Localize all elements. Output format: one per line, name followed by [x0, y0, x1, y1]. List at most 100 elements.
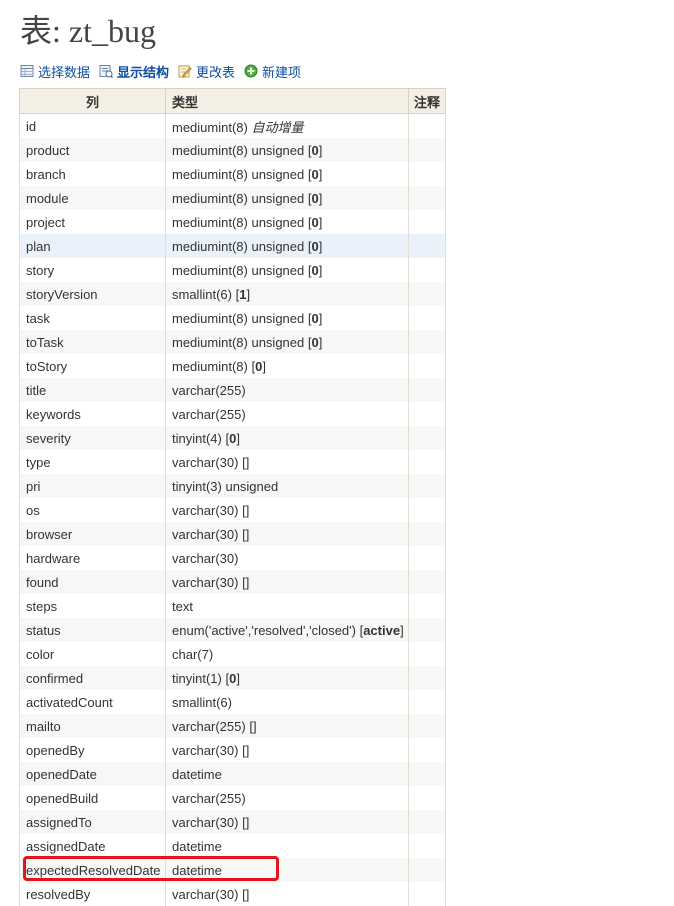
type-text: datetime: [172, 839, 222, 854]
column-name-cell: plan: [20, 234, 166, 258]
show-structure-link[interactable]: 显示结构: [99, 62, 169, 81]
column-name-cell: found: [20, 570, 166, 594]
column-comment-cell: [409, 714, 446, 738]
table-row: browservarchar(30) []: [20, 522, 446, 546]
table-row: expectedResolvedDate datetime: [20, 858, 446, 882]
column-name-cell: story: [20, 258, 166, 282]
table-row: productmediumint(8) unsigned [0]: [20, 138, 446, 162]
table-row: typevarchar(30) []: [20, 450, 446, 474]
table-row: openedDatedatetime: [20, 762, 446, 786]
column-type-cell: enum('active','resolved','closed') [acti…: [166, 618, 409, 642]
column-comment-cell: [409, 834, 446, 858]
column-name-cell: task: [20, 306, 166, 330]
column-type-cell: varchar(30) []: [166, 570, 409, 594]
column-type-cell: mediumint(8) unsigned [0]: [166, 306, 409, 330]
column-header-name: 列: [20, 89, 166, 114]
type-text: datetime: [172, 767, 222, 782]
alter-table-link[interactable]: 更改表: [178, 62, 235, 81]
default-value: 0: [311, 191, 318, 206]
column-comment-cell: [409, 306, 446, 330]
select-data-label: 选择数据: [38, 62, 90, 81]
type-text: varchar(255): [172, 719, 246, 734]
type-text: varchar(30): [172, 575, 238, 590]
default-value: 0: [311, 167, 318, 182]
type-text: mediumint(8) unsigned: [172, 167, 304, 182]
column-comment-cell: [409, 210, 446, 234]
column-name-cell: expectedResolvedDate: [20, 858, 166, 882]
column-name-cell: severity: [20, 426, 166, 450]
column-type-cell: smallint(6) [1]: [166, 282, 409, 306]
column-name-cell: browser: [20, 522, 166, 546]
column-type-cell: varchar(255): [166, 786, 409, 810]
column-type-cell: varchar(255) []: [166, 714, 409, 738]
structure-table-container: 列 类型 注释 idmediumint(8) 自动增量productmedium…: [19, 88, 445, 906]
type-text: varchar(255): [172, 407, 246, 422]
table-row: idmediumint(8) 自动增量: [20, 114, 446, 139]
column-type-cell: mediumint(8) unsigned [0]: [166, 234, 409, 258]
column-comment-cell: [409, 786, 446, 810]
column-type-cell: datetime: [166, 858, 409, 882]
column-name-cell: resolvedBy: [20, 882, 166, 906]
select-data-link[interactable]: 选择数据: [20, 62, 90, 81]
type-text: mediumint(8): [172, 359, 248, 374]
table-row: storyVersionsmallint(6) [1]: [20, 282, 446, 306]
column-type-cell: varchar(30) []: [166, 522, 409, 546]
column-name-cell: hardware: [20, 546, 166, 570]
column-type-cell: tinyint(1) [0]: [166, 666, 409, 690]
table-row: planmediumint(8) unsigned [0]: [20, 234, 446, 258]
column-type-cell: datetime: [166, 762, 409, 786]
table-row: modulemediumint(8) unsigned [0]: [20, 186, 446, 210]
column-comment-cell: [409, 474, 446, 498]
type-text: datetime: [172, 863, 222, 878]
column-type-cell: varchar(30) []: [166, 882, 409, 906]
table-row: resolvedByvarchar(30) []: [20, 882, 446, 906]
table-row: osvarchar(30) []: [20, 498, 446, 522]
column-comment-cell: [409, 690, 446, 714]
table-row: foundvarchar(30) []: [20, 570, 446, 594]
table-row: titlevarchar(255): [20, 378, 446, 402]
column-name-cell: mailto: [20, 714, 166, 738]
alter-table-label: 更改表: [196, 62, 235, 81]
table-row: keywords varchar(255): [20, 402, 446, 426]
column-name-cell: steps: [20, 594, 166, 618]
column-comment-cell: [409, 738, 446, 762]
column-type-cell: mediumint(8) unsigned [0]: [166, 258, 409, 282]
column-comment-cell: [409, 762, 446, 786]
table-row: branchmediumint(8) unsigned [0]: [20, 162, 446, 186]
table-row: projectmediumint(8) unsigned [0]: [20, 210, 446, 234]
column-name-cell: activatedCount: [20, 690, 166, 714]
table-row: severitytinyint(4) [0]: [20, 426, 446, 450]
column-comment-cell: [409, 618, 446, 642]
new-item-link[interactable]: 新建项: [244, 62, 301, 81]
type-text: varchar(30): [172, 887, 238, 902]
column-type-cell: mediumint(8) unsigned [0]: [166, 210, 409, 234]
column-name-cell: openedBuild: [20, 786, 166, 810]
column-comment-cell: [409, 234, 446, 258]
column-comment-cell: [409, 258, 446, 282]
table-icon: [20, 64, 34, 78]
type-text: varchar(30): [172, 551, 238, 566]
type-text: mediumint(8) unsigned: [172, 143, 304, 158]
table-row: mailtovarchar(255) []: [20, 714, 446, 738]
show-structure-label: 显示结构: [117, 62, 169, 81]
column-name-cell: type: [20, 450, 166, 474]
column-name-cell: confirmed: [20, 666, 166, 690]
type-text: varchar(30): [172, 815, 238, 830]
type-text: varchar(30): [172, 455, 238, 470]
column-type-cell: datetime: [166, 834, 409, 858]
type-text: mediumint(8) unsigned: [172, 239, 304, 254]
column-name-cell: keywords: [20, 402, 166, 426]
column-comment-cell: [409, 354, 446, 378]
default-value: 0: [229, 431, 236, 446]
table-row: confirmedtinyint(1) [0]: [20, 666, 446, 690]
column-name-cell: status: [20, 618, 166, 642]
default-value: 0: [311, 239, 318, 254]
default-value: 0: [311, 263, 318, 278]
table-row: assignedDatedatetime: [20, 834, 446, 858]
type-text: varchar(30): [172, 743, 238, 758]
column-comment-cell: [409, 426, 446, 450]
toolbar: 选择数据 显示结构 更改表 新建项: [20, 62, 310, 80]
column-comment-cell: [409, 522, 446, 546]
column-comment-cell: [409, 330, 446, 354]
structure-table: 列 类型 注释 idmediumint(8) 自动增量productmedium…: [19, 88, 446, 906]
